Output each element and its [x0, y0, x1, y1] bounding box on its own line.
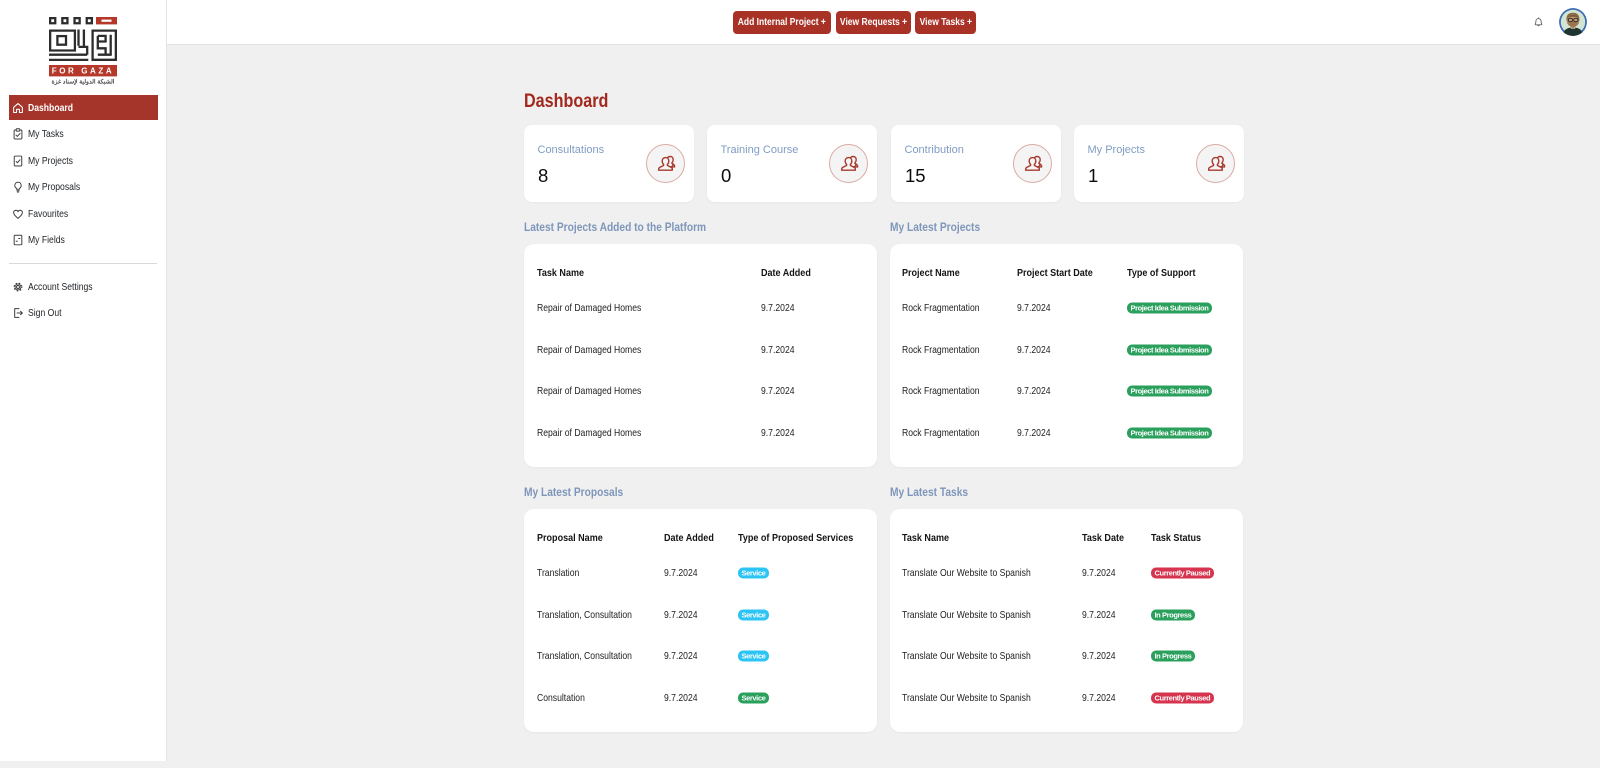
svg-text:الشبكة الدولية لإسناد غزة: الشبكة الدولية لإسناد غزة: [52, 79, 115, 86]
svg-text:FOR GAZA: FOR GAZA: [52, 67, 115, 76]
